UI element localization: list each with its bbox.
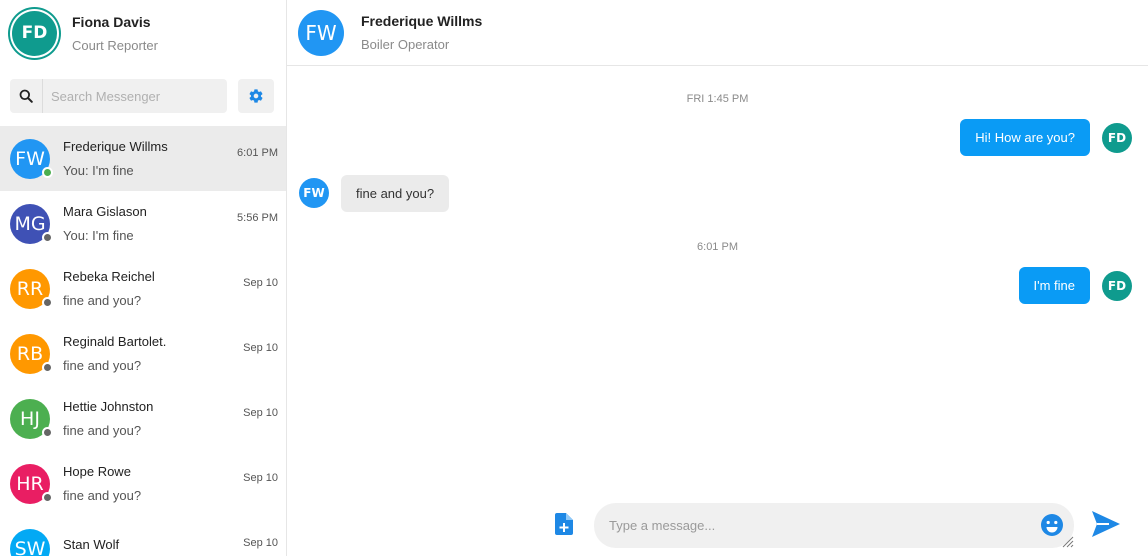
message-bubble-outgoing: I'm fine (1018, 267, 1090, 304)
conversation-preview: You: I'm fine (63, 163, 134, 178)
conversation-preview: fine and you? (63, 293, 142, 308)
avatar-initials: FD (21, 23, 48, 43)
avatar: HR (10, 463, 53, 504)
conversation-preview: fine and you? (63, 358, 142, 373)
sidebar: FD Fiona Davis Court Reporter FWFrederiq… (0, 0, 287, 556)
conversation-item[interactable]: HR Hope Rowe fine and you? Sep 10 (0, 451, 286, 516)
profile-header: FD Fiona Davis Court Reporter (0, 0, 286, 66)
search-box (10, 79, 228, 113)
file-add-icon[interactable] (555, 513, 575, 535)
contact-name: Frederique Willms (361, 13, 483, 29)
conversation-item[interactable]: RB Reginald Bartolet. fine and you? Sep 10 (0, 321, 286, 386)
search-input[interactable] (42, 79, 222, 113)
status-dot (42, 231, 53, 243)
status-dot (42, 296, 53, 308)
conversation-preview: fine and you? (63, 488, 142, 503)
message-bubble-outgoing: Hi! How are you? (960, 119, 1090, 156)
conversation-time: Sep 10 (243, 407, 278, 419)
avatar-initials: RB (16, 342, 44, 365)
resize-handle[interactable] (1060, 534, 1074, 548)
send-icon[interactable] (1091, 510, 1121, 538)
avatar: RB (10, 333, 53, 374)
conversation-time: Sep 10 (243, 472, 278, 484)
timestamp-separator: 6:01 PM (697, 241, 738, 253)
status-dot (42, 166, 53, 178)
avatar: FD (1102, 123, 1132, 153)
settings-button[interactable] (238, 79, 274, 113)
conversation-time: 5:56 PM (237, 212, 278, 224)
timestamp-separator: FRI 1:45 PM (686, 93, 749, 105)
conversation-time: Sep 10 (243, 537, 278, 549)
conversation-item[interactable]: RR Rebeka Reichel fine and you? Sep 10 (0, 256, 286, 321)
avatar-initials: HR (16, 472, 44, 495)
conversation-preview: You: I'm fine (63, 228, 134, 243)
gear-icon (249, 89, 263, 103)
message-box (594, 503, 1074, 548)
avatar: FW (299, 178, 329, 208)
avatar[interactable]: FD (12, 10, 57, 56)
conversation-time: 6:01 PM (237, 147, 278, 159)
conversation-list: FW Frederique Willms You: I'm fine 6:01 PM M… (0, 126, 286, 556)
avatar[interactable]: FW (298, 9, 344, 56)
avatar: MG (10, 203, 53, 244)
avatar-initials: HJ (20, 407, 40, 430)
conversation-item[interactable]: SW Stan Wolf Sep 10 (0, 516, 286, 556)
avatar: HJ (10, 398, 53, 439)
profile-role: Court Reporter (72, 37, 158, 53)
profile-name: Fiona Davis (72, 13, 151, 30)
chat-header: FW Frederique Willms Boiler Operator (287, 0, 1148, 66)
contact-role: Boiler Operator (361, 37, 450, 52)
avatar-initials: FW (305, 20, 337, 45)
avatar-initials: FW (15, 147, 45, 170)
conversation-item[interactable]: HJ Hettie Johnston fine and you? Sep 10 (0, 386, 286, 451)
status-dot (42, 491, 53, 503)
avatar-initials: MG (14, 212, 46, 235)
avatar-initials: RR (16, 277, 44, 300)
avatar: RR (10, 268, 53, 309)
conversation-time: Sep 10 (243, 342, 278, 354)
avatar: FW (10, 138, 53, 179)
message-bubble-incoming: fine and you? (341, 175, 450, 212)
message-thread: FRI 1:45 PM Hi! How are you? FD FW fine … (287, 66, 1148, 486)
message-input[interactable] (594, 503, 1014, 548)
conversation-item[interactable]: MG Mara Gislason You: I'm fine 5:56 PM (0, 191, 286, 256)
chat-panel: FW Frederique Willms Boiler Operator FRI… (287, 0, 1148, 556)
conversation-preview: fine and you? (63, 423, 142, 438)
conversation-item[interactable]: FW Frederique Willms You: I'm fine 6:01 PM (0, 126, 286, 191)
avatar-initials: SW (14, 537, 46, 556)
avatar: FD (1102, 271, 1132, 301)
message-composer (287, 486, 1148, 556)
avatar: SW (10, 528, 50, 556)
conversation-time: Sep 10 (243, 277, 278, 289)
search-icon[interactable] (10, 79, 42, 113)
status-dot (42, 361, 53, 373)
status-dot (42, 426, 53, 438)
